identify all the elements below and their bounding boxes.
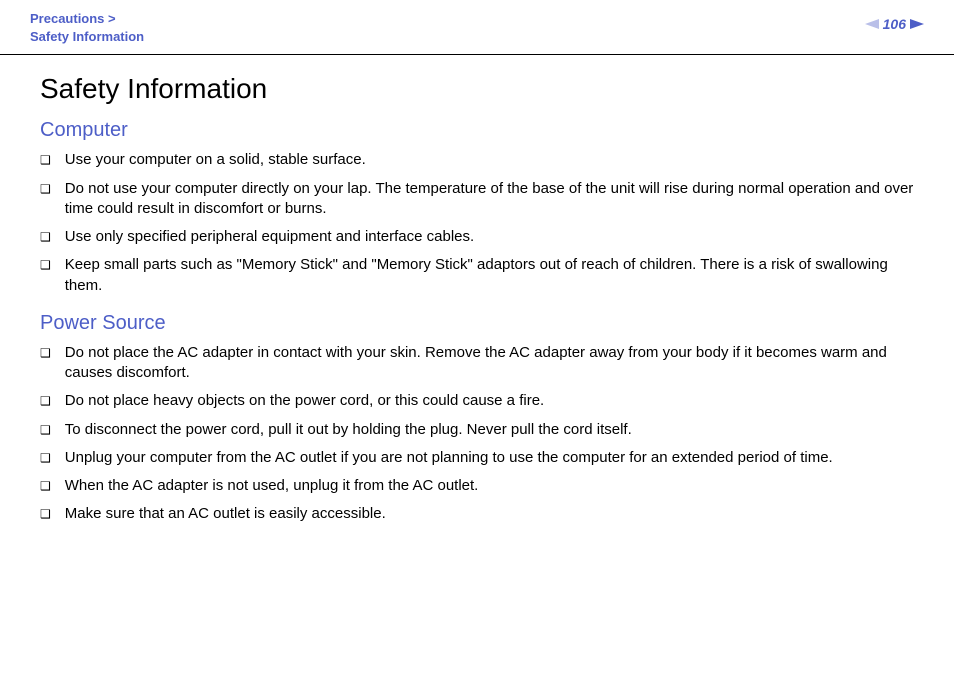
list-item: ❑ Unplug your computer from the AC outlet… — [40, 448, 914, 468]
bullet-icon: ❑ — [40, 343, 51, 363]
bullet-icon: ❑ — [40, 476, 51, 496]
list-item-text: Do not place heavy objects on the power … — [65, 391, 914, 411]
list-item: ❑ When the AC adapter is not used, unplug… — [40, 476, 914, 496]
list-item: ❑ Make sure that an AC outlet is easily a… — [40, 504, 914, 524]
breadcrumb-separator: > — [108, 11, 116, 26]
page-number: 106 — [883, 16, 906, 32]
breadcrumb-top[interactable]: Precautions — [30, 11, 104, 26]
list-item-text: Unplug your computer from the AC outlet … — [65, 448, 914, 468]
bullet-list: ❑ Do not place the AC adapter in contact … — [40, 343, 914, 525]
list-item-text: When the AC adapter is not used, unplug … — [65, 476, 914, 496]
list-item-text: Do not place the AC adapter in contact w… — [65, 343, 914, 384]
list-item-text: Use only specified peripheral equipment … — [65, 227, 914, 247]
page-title: Safety Information — [40, 73, 914, 105]
list-item: ❑ Use your computer on a solid, stable su… — [40, 150, 914, 170]
list-item-text: To disconnect the power cord, pull it ou… — [65, 420, 914, 440]
bullet-icon: ❑ — [40, 420, 51, 440]
bullet-icon: ❑ — [40, 179, 51, 199]
bullet-icon: ❑ — [40, 227, 51, 247]
bullet-icon: ❑ — [40, 504, 51, 524]
list-item: ❑ Do not place the AC adapter in contact … — [40, 343, 914, 384]
list-item-text: Do not use your computer directly on you… — [65, 179, 914, 220]
list-item: ❑ Do not use your computer directly on yo… — [40, 179, 914, 220]
bullet-icon: ❑ — [40, 448, 51, 468]
list-item: ❑ Do not place heavy objects on the power… — [40, 391, 914, 411]
list-item-text: Keep small parts such as "Memory Stick" … — [65, 255, 914, 296]
page-content: Safety Information Computer ❑ Use your com… — [0, 55, 954, 524]
list-item-text: Use your computer on a solid, stable sur… — [65, 150, 914, 170]
bullet-icon: ❑ — [40, 391, 51, 411]
page-header: Precautions > Safety Information 106 — [0, 0, 954, 55]
list-item: ❑ Keep small parts such as "Memory Stick"… — [40, 255, 914, 296]
list-item: ❑ To disconnect the power cord, pull it o… — [40, 420, 914, 440]
page-navigation: 106 — [865, 16, 924, 32]
bullet-list: ❑ Use your computer on a solid, stable su… — [40, 150, 914, 296]
list-item-text: Make sure that an AC outlet is easily ac… — [65, 504, 914, 524]
next-page-icon[interactable] — [910, 19, 924, 29]
list-item: ❑ Use only specified peripheral equipment… — [40, 227, 914, 247]
section: Computer ❑ Use your computer on a solid, s… — [40, 119, 914, 296]
breadcrumb-bottom[interactable]: Safety Information — [30, 29, 144, 44]
bullet-icon: ❑ — [40, 255, 51, 275]
breadcrumb: Precautions > Safety Information — [30, 10, 144, 46]
section: Power Source ❑ Do not place the AC adapter… — [40, 312, 914, 525]
bullet-icon: ❑ — [40, 150, 51, 170]
section-heading: Computer — [40, 119, 914, 142]
prev-page-icon[interactable] — [865, 19, 879, 29]
section-heading: Power Source — [40, 312, 914, 335]
